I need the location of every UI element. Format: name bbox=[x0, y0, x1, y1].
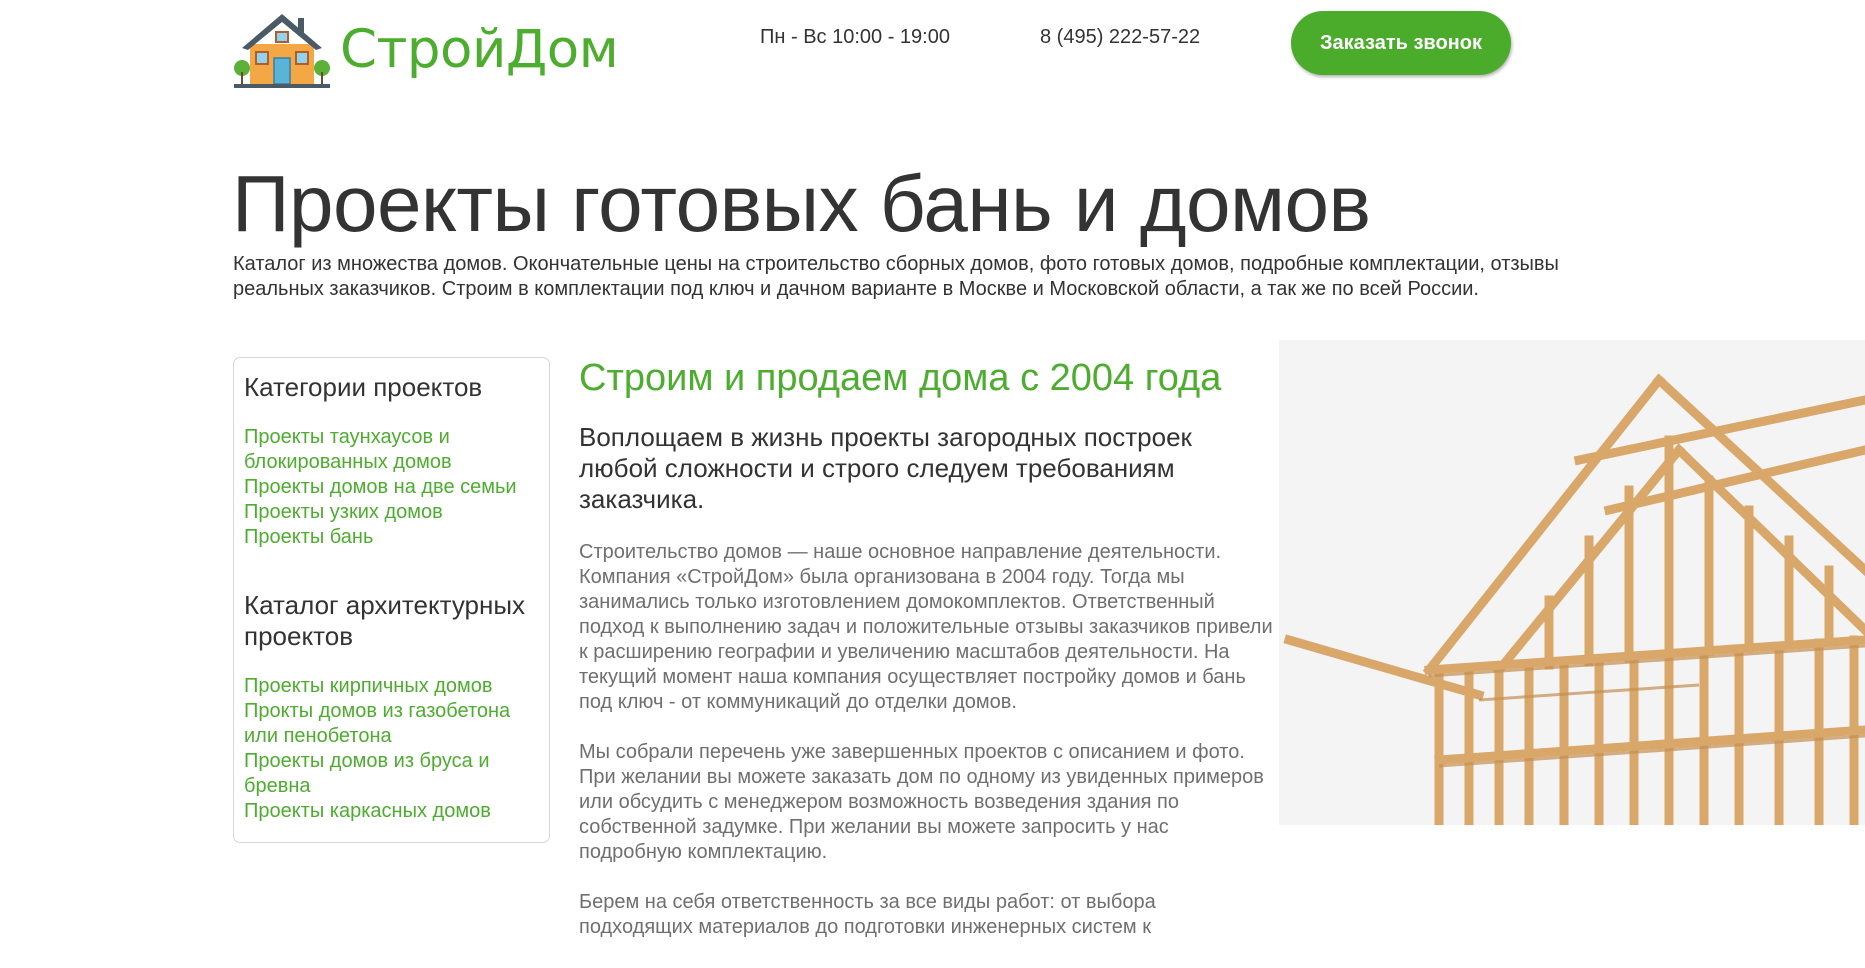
callback-button[interactable]: Заказать звонок bbox=[1291, 11, 1511, 75]
page-title: Проекты готовых бань и домов bbox=[232, 159, 1371, 248]
section-subheading: Воплощаем в жизнь проекты загородных пос… bbox=[579, 422, 1192, 514]
architectural-catalog-title: Каталог архитектурных проектов bbox=[244, 590, 526, 651]
paragraph: Строительство домов — наше основное напр… bbox=[579, 541, 1273, 713]
architectural-catalog-list: Проекты кирпичных домов Прокты домов из … bbox=[244, 674, 539, 824]
category-link-townhouses[interactable]: Проекты таунхаусов и блокированных домов bbox=[244, 425, 539, 475]
category-link-two-family[interactable]: Проекты домов на две семьи bbox=[244, 475, 539, 500]
working-hours: Пн - Вс 10:00 - 19:00 bbox=[760, 26, 950, 48]
categories-title: Категории проектов bbox=[244, 372, 483, 402]
catalog-link-frame[interactable]: Проекты каркасных домов bbox=[244, 799, 539, 824]
phone-number[interactable]: 8 (495) 222-57-22 bbox=[1040, 26, 1200, 49]
catalog-link-timber[interactable]: Проекты домов из бруса и бревна bbox=[244, 749, 539, 799]
logo-text: СтройДом bbox=[340, 18, 619, 80]
category-link-saunas[interactable]: Проекты бань bbox=[244, 525, 539, 550]
logo[interactable]: СтройДом bbox=[234, 10, 619, 88]
timber-frame-house-image bbox=[1279, 340, 1865, 825]
paragraph: Мы собрали перечень уже завершенных прое… bbox=[579, 741, 1264, 863]
house-logo-icon bbox=[234, 14, 330, 88]
categories-list: Проекты таунхаусов и блокированных домов… bbox=[244, 425, 539, 550]
project-categories-sidebar: Категории проектов Проекты таунхаусов и … bbox=[233, 357, 550, 843]
category-link-narrow[interactable]: Проекты узких домов bbox=[244, 500, 539, 525]
section-heading: Строим и продаем дома с 2004 года bbox=[579, 357, 1222, 399]
main-content: Строим и продаем дома с 2004 года Воплощ… bbox=[579, 354, 1274, 940]
paragraph: Берем на себя ответственность за все вид… bbox=[579, 891, 1156, 938]
page-lead-text: Каталог из множества домов. Окончательны… bbox=[233, 253, 1559, 300]
catalog-link-brick[interactable]: Проекты кирпичных домов bbox=[244, 674, 539, 699]
catalog-link-aerated-concrete[interactable]: Прокты домов из газобетона или пенобетон… bbox=[244, 699, 539, 749]
